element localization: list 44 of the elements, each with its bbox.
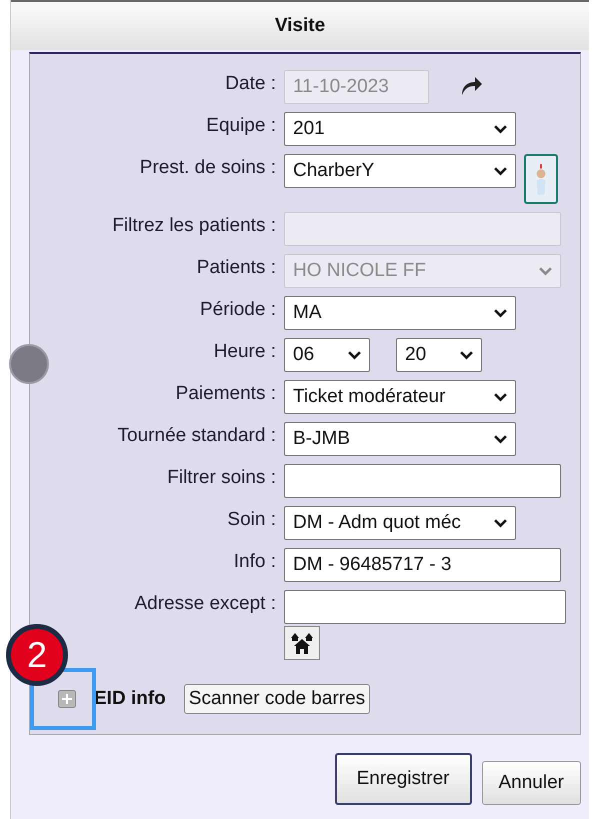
- save-button[interactable]: Enregistrer: [334, 753, 472, 805]
- field-label: Equipe :: [206, 114, 276, 137]
- redo-arrow-icon[interactable]: [459, 76, 483, 96]
- text-field[interactable]: DM - 96485717 - 3: [284, 548, 561, 582]
- chevron-icon: [494, 434, 507, 444]
- field-label: Filtrez les patients :: [112, 214, 276, 237]
- field-label: Patients :: [196, 256, 276, 279]
- dropdown[interactable]: DM - Adm quot méc: [284, 506, 516, 540]
- chevron-icon: [539, 266, 552, 276]
- chevron-icon: [494, 166, 507, 176]
- houses-button[interactable]: [284, 626, 320, 660]
- field-label: Info :: [234, 550, 276, 573]
- chevron-icon: [494, 392, 507, 402]
- houses-icon: [290, 632, 314, 654]
- expand-icon[interactable]: [58, 690, 76, 708]
- field-label: Tournée standard :: [118, 424, 276, 447]
- window-title: Visite: [11, 0, 589, 50]
- eid-label: EID info: [94, 688, 166, 710]
- text-field[interactable]: [284, 464, 561, 498]
- dropdown[interactable]: Ticket modérateur: [284, 380, 516, 414]
- chevron-icon: [348, 350, 361, 360]
- field-label: Adresse except :: [134, 592, 276, 615]
- field-label: Prest. de soins :: [140, 156, 276, 179]
- dropdown[interactable]: B-JMB: [284, 422, 516, 456]
- field-label: Période :: [200, 298, 276, 321]
- field-label: Paiements :: [176, 382, 276, 405]
- text-field[interactable]: [284, 590, 566, 624]
- field-label: Date :: [225, 72, 276, 95]
- handle-icon[interactable]: [9, 344, 49, 384]
- field-label: Filtrer soins :: [167, 466, 276, 489]
- chevron-icon: [460, 350, 473, 360]
- chevron-icon: [494, 518, 507, 528]
- chevron-icon: [494, 308, 507, 318]
- field-label: Soin :: [227, 508, 276, 531]
- field-label: Heure :: [214, 340, 276, 363]
- chevron-icon: [494, 124, 507, 134]
- dropdown[interactable]: 20: [396, 338, 482, 372]
- dropdown[interactable]: 201: [284, 112, 516, 146]
- dropdown[interactable]: 06: [284, 338, 370, 372]
- dropdown[interactable]: CharberY: [284, 154, 516, 188]
- doctor-button[interactable]: [524, 154, 558, 204]
- cancel-button[interactable]: Annuler: [482, 761, 581, 805]
- scan-button[interactable]: Scanner code barres: [184, 684, 370, 714]
- dropdown[interactable]: MA: [284, 296, 516, 330]
